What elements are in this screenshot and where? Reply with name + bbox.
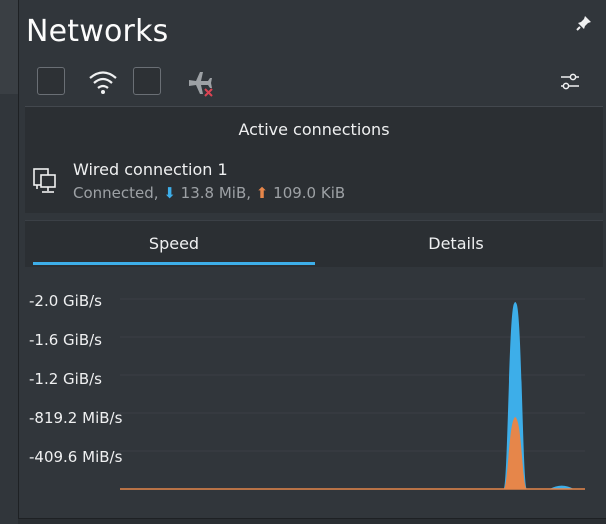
active-tab-indicator bbox=[33, 262, 315, 265]
background-window-edge-lower bbox=[0, 94, 18, 524]
configure-icon[interactable] bbox=[560, 70, 580, 92]
status-separator: , bbox=[246, 184, 256, 202]
networks-popup: Networks Active connections Wired connec… bbox=[18, 0, 606, 519]
speed-plot: -2.0 GiB/s -1.6 GiB/s -1.2 GiB/s -819.2 … bbox=[25, 268, 603, 508]
airplane-mode-off-icon[interactable] bbox=[186, 69, 214, 97]
upload-arrow-icon: ⬆ bbox=[255, 184, 269, 202]
ethernet-checkbox[interactable] bbox=[37, 67, 65, 95]
page-title: Networks bbox=[26, 14, 169, 49]
download-arrow-icon: ⬇ bbox=[163, 184, 176, 202]
wired-network-icon bbox=[33, 168, 56, 193]
tab-details[interactable]: Details bbox=[315, 221, 597, 267]
pin-icon[interactable] bbox=[575, 14, 593, 32]
wifi-checkbox[interactable] bbox=[133, 67, 161, 95]
tab-speed[interactable]: Speed bbox=[33, 221, 315, 267]
upload-series-area bbox=[120, 416, 585, 489]
status-text: Connected, bbox=[73, 184, 164, 202]
active-connections-header: Active connections bbox=[25, 106, 603, 154]
download-amount: 13.8 MiB bbox=[180, 184, 247, 202]
upload-amount: 109.0 KiB bbox=[273, 184, 346, 202]
connection-status: Connected, ⬇ 13.8 MiB, ⬆ 109.0 KiB bbox=[73, 184, 345, 202]
background-window-edge bbox=[0, 0, 18, 94]
connection-item[interactable]: Wired connection 1 Connected, ⬇ 13.8 MiB… bbox=[25, 153, 603, 213]
tab-bar: Speed Details bbox=[25, 220, 603, 267]
toolbar bbox=[19, 62, 606, 102]
wifi-icon[interactable] bbox=[87, 68, 119, 96]
connection-name: Wired connection 1 bbox=[73, 160, 228, 179]
speed-graph bbox=[120, 298, 585, 490]
